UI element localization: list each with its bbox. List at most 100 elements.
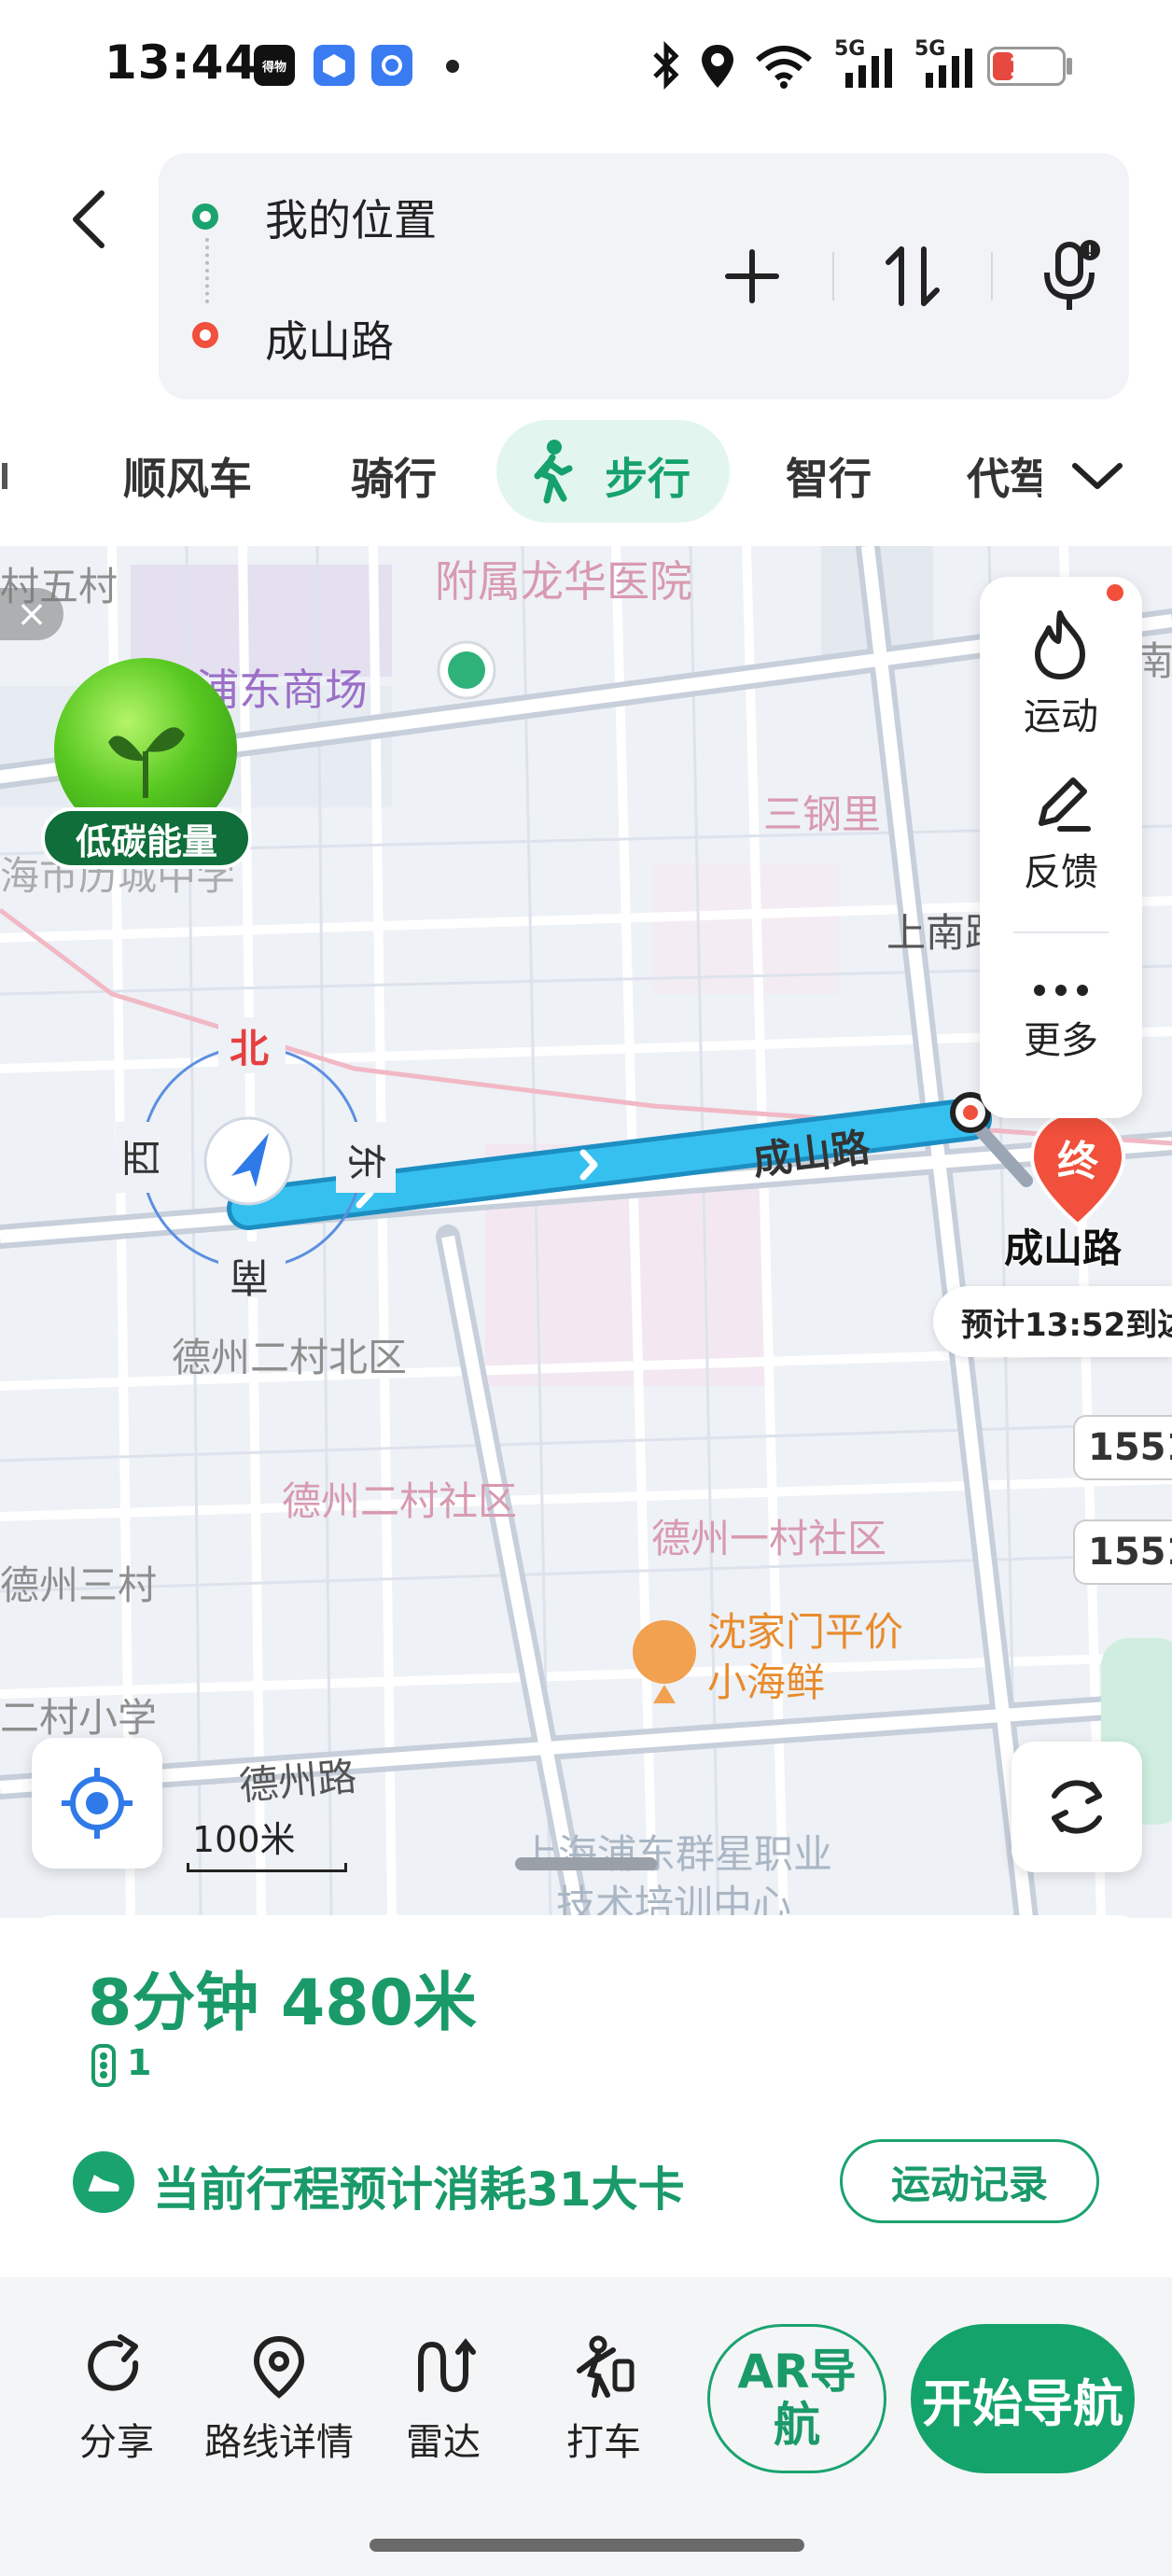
- status-bar: 13:44 得物 5G 5G 10: [0, 0, 1172, 131]
- map-label: 上海浦东群星职业: [519, 1831, 833, 1877]
- plus-icon: [725, 249, 779, 303]
- map-label: 技术培训中心: [556, 1882, 792, 1918]
- destination-field[interactable]: 成山路: [265, 308, 394, 370]
- route-connector: [205, 238, 209, 303]
- walking-icon: [534, 440, 573, 504]
- compass-south: 南: [230, 1253, 270, 1299]
- map-label: 二村小学: [0, 1695, 158, 1741]
- poi-label: 小海鲜: [707, 1659, 826, 1705]
- exercise-record-button[interactable]: 运动记录: [840, 2139, 1099, 2223]
- more-button[interactable]: 更多: [980, 941, 1142, 1099]
- tab-carpool[interactable]: 顺风车: [123, 439, 252, 513]
- poi-label: 沈家门平价: [707, 1609, 904, 1655]
- status-time: 13:44: [105, 35, 258, 90]
- radar-label: 雷达: [406, 2421, 481, 2464]
- compass-east: 东: [342, 1141, 389, 1182]
- locate-icon: [62, 1768, 133, 1839]
- origin-dot-icon: [192, 203, 218, 230]
- hail-taxi-icon: [577, 2335, 635, 2398]
- app-icon: 得物: [254, 45, 295, 86]
- bus-stop-chip[interactable]: 1551: [1073, 1519, 1172, 1585]
- chevron-left-icon: [73, 190, 105, 248]
- close-eco-button[interactable]: ×: [0, 588, 63, 640]
- voice-button[interactable]: !: [1034, 239, 1109, 314]
- taxi-label: 打车: [566, 2421, 641, 2464]
- bus-stop-chip[interactable]: 1551: [1073, 1415, 1172, 1480]
- compass-west: 西: [119, 1138, 165, 1178]
- swap-button[interactable]: [875, 239, 950, 314]
- ar-navigation-button[interactable]: AR导航: [707, 2324, 886, 2473]
- map-side-panel: 运动 反馈 更多: [980, 577, 1142, 1118]
- flame-icon: [1035, 610, 1085, 679]
- sheet-handle[interactable]: [515, 1857, 657, 1870]
- destination-map-name: 成山路: [1004, 1225, 1123, 1271]
- destination-dot-icon: [192, 322, 218, 348]
- tab-cycling[interactable]: 骑行: [351, 439, 437, 513]
- route-details-label: 路线详情: [204, 2421, 354, 2464]
- refresh-button[interactable]: [1012, 1742, 1142, 1872]
- map-label: 德州二村社区: [282, 1478, 518, 1524]
- share-label: 分享: [79, 2421, 154, 2464]
- signal-icon: [845, 49, 892, 88]
- more-label: 更多: [1024, 1019, 1098, 1062]
- bluetooth-icon: [653, 41, 679, 90]
- home-indicator[interactable]: [370, 2539, 804, 2552]
- eco-energy-badge[interactable]: 低碳能量: [41, 658, 256, 873]
- destination-marker-label: 终: [1057, 1138, 1098, 1185]
- map-scale-bar: [187, 1863, 347, 1872]
- feedback-label: 反馈: [1024, 851, 1098, 894]
- route-details-button[interactable]: 路线详情: [200, 2333, 358, 2492]
- map-label: 附属龙华医院: [435, 556, 692, 607]
- battery-icon: 10: [987, 47, 1066, 86]
- radar-button[interactable]: 雷达: [364, 2333, 523, 2492]
- map-label: 德州一村社区: [651, 1516, 887, 1561]
- locate-button[interactable]: [32, 1738, 162, 1869]
- location-icon: [702, 45, 733, 88]
- microphone-icon: !: [1044, 240, 1100, 310]
- edit-icon: [1039, 777, 1091, 832]
- sport-button[interactable]: 运动: [980, 595, 1142, 754]
- close-icon: ×: [16, 593, 48, 636]
- notification-dot-icon: [1107, 584, 1123, 601]
- app-icon: [314, 45, 355, 86]
- road-label: 上南路: [886, 910, 1004, 957]
- compass-north: 北: [230, 1026, 270, 1071]
- map-scale-label: 100米: [192, 1819, 296, 1860]
- pin-icon: [253, 2335, 305, 2399]
- taxi-button[interactable]: 打车: [524, 2333, 683, 2492]
- map-label: 三钢里: [763, 791, 882, 837]
- radar-icon: [418, 2338, 476, 2393]
- chevron-down-icon: [1072, 463, 1123, 489]
- route-time-distance: 8分钟 480米: [88, 1967, 477, 2040]
- add-stop-button[interactable]: [715, 239, 789, 314]
- notification-dot-icon: [446, 60, 459, 73]
- back-button[interactable]: [56, 177, 121, 261]
- swap-icon: [886, 246, 940, 306]
- map-label: 德州二村北区: [172, 1335, 408, 1380]
- road-label: 德州路: [237, 1753, 359, 1810]
- traffic-light-count: 1: [127, 2042, 152, 2083]
- origin-field[interactable]: 我的位置: [265, 187, 437, 248]
- calorie-estimate: 当前行程预计消耗31大卡: [153, 2163, 685, 2217]
- tab-partial[interactable]: [0, 439, 13, 513]
- tab-smart[interactable]: 智行: [786, 439, 872, 513]
- tab-designated-driver[interactable]: 代驾: [967, 439, 1041, 513]
- eta-chip: 预计13:52到达: [933, 1286, 1172, 1357]
- share-icon: [88, 2334, 139, 2391]
- signal-icon: [926, 49, 972, 88]
- refresh-icon: [1052, 1780, 1102, 1834]
- wifi-icon: [756, 46, 812, 89]
- compass: 北 南 西 东: [116, 1017, 396, 1299]
- traffic-light-icon: [91, 2044, 116, 2087]
- map-label: 德州三村: [0, 1562, 158, 1608]
- expand-tabs-button[interactable]: [1060, 439, 1135, 513]
- app-icon: [371, 45, 412, 86]
- eco-energy-label: 低碳能量: [41, 807, 252, 869]
- more-icon: [1034, 985, 1088, 996]
- share-button[interactable]: 分享: [37, 2333, 196, 2492]
- tab-walking-label: 步行: [605, 454, 691, 504]
- start-navigation-button[interactable]: 开始导航: [911, 2324, 1135, 2473]
- feedback-button[interactable]: 反馈: [980, 754, 1142, 913]
- shoe-icon: [73, 2151, 134, 2213]
- sport-label: 运动: [1024, 695, 1098, 738]
